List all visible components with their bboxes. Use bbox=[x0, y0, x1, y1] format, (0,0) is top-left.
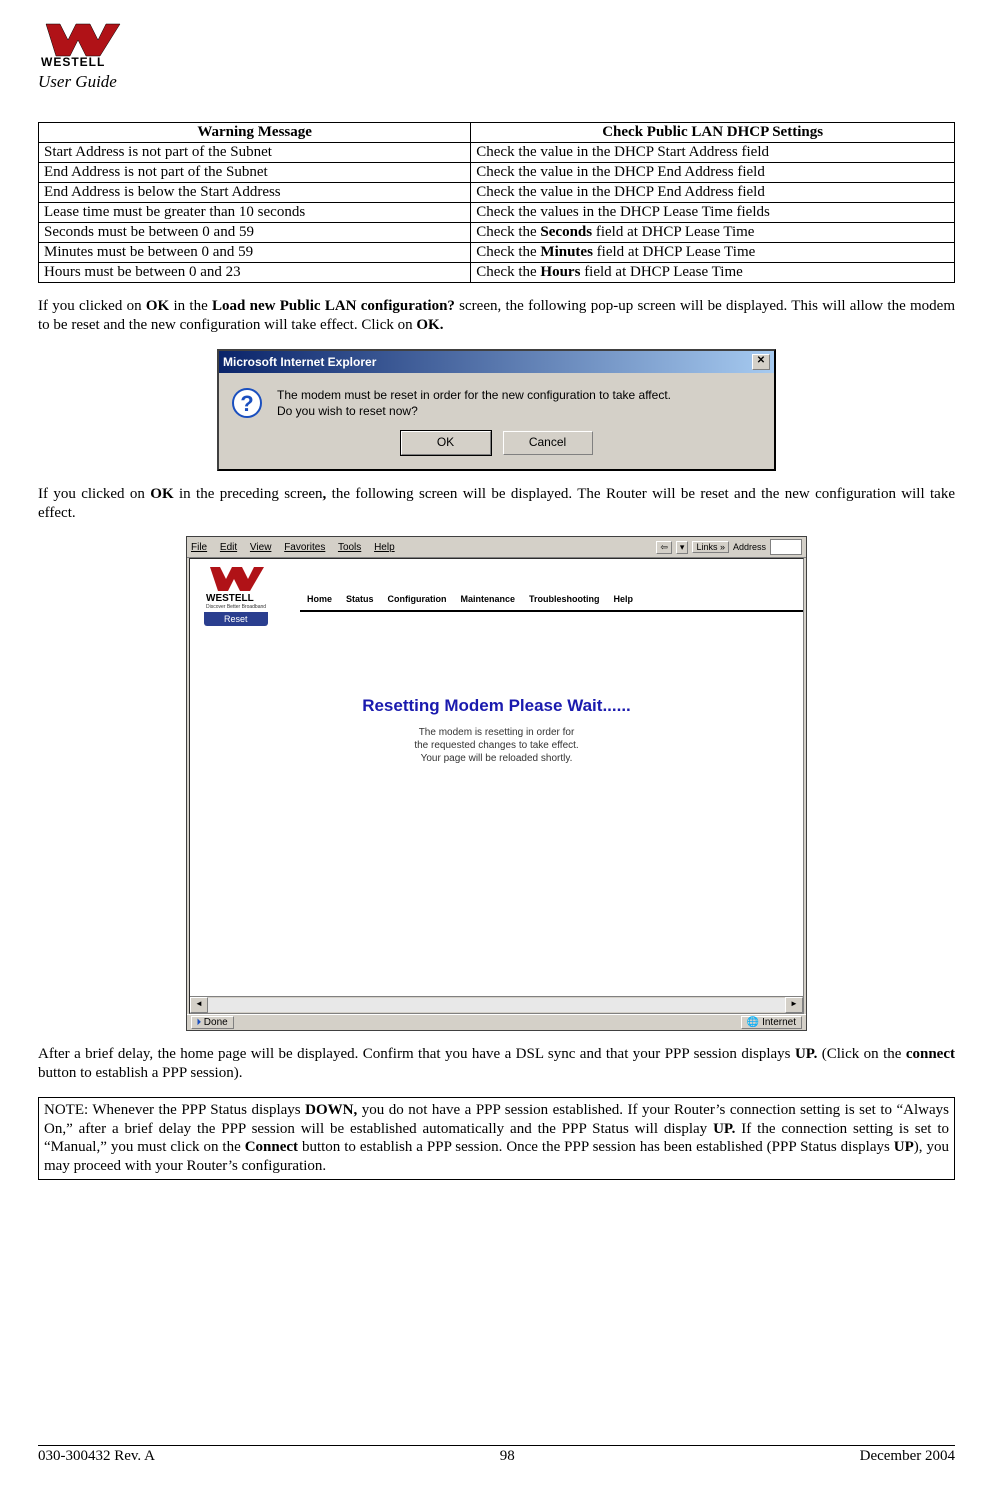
doc-subtitle: User Guide bbox=[38, 72, 955, 92]
paragraph-3: After a brief delay, the home page will … bbox=[38, 1045, 955, 1083]
warn-msg: End Address is not part of the Subnet bbox=[39, 163, 471, 183]
router-logo: WESTELL Discover Better Broadband bbox=[204, 565, 294, 612]
warn-check: Check the Hours field at DHCP Lease Time bbox=[471, 263, 955, 283]
status-zone: 🌐 Internet bbox=[741, 1016, 802, 1029]
question-icon: ? bbox=[231, 387, 263, 419]
table-header-check: Check Public LAN DHCP Settings bbox=[471, 123, 955, 143]
tab-maintenance[interactable]: Maintenance bbox=[454, 590, 523, 608]
warn-check: Check the Seconds field at DHCP Lease Ti… bbox=[471, 223, 955, 243]
menu-tools[interactable]: Tools bbox=[338, 542, 361, 553]
horizontal-scrollbar[interactable]: ◄ ► bbox=[190, 996, 803, 1013]
footer-rev: 030-300432 Rev. A bbox=[38, 1448, 155, 1465]
note-box: NOTE: Whenever the PPP Status displays D… bbox=[38, 1097, 955, 1180]
table-row: End Address is not part of the Subnet Ch… bbox=[39, 163, 955, 183]
ok-button[interactable]: OK bbox=[401, 431, 491, 455]
links-label[interactable]: Links » bbox=[692, 541, 729, 553]
reset-text: The modem is resetting in order for the … bbox=[414, 726, 578, 765]
warn-check: Check the value in the DHCP Start Addres… bbox=[471, 143, 955, 163]
warn-check: Check the values in the DHCP Lease Time … bbox=[471, 203, 955, 223]
svg-text:WESTELL: WESTELL bbox=[41, 55, 105, 68]
tab-configuration[interactable]: Configuration bbox=[381, 590, 454, 608]
warn-msg: Minutes must be between 0 and 59 bbox=[39, 243, 471, 263]
menu-file[interactable]: File bbox=[191, 542, 207, 553]
warning-table: Warning Message Check Public LAN DHCP Se… bbox=[38, 122, 955, 283]
table-row: Minutes must be between 0 and 59 Check t… bbox=[39, 243, 955, 263]
dialog-title-text: Microsoft Internet Explorer bbox=[223, 355, 376, 369]
paragraph-2: If you clicked on OK in the preceding sc… bbox=[38, 485, 955, 523]
toolbar-sep: ▾ bbox=[676, 541, 689, 554]
warn-msg: Hours must be between 0 and 23 bbox=[39, 263, 471, 283]
dialog-titlebar: Microsoft Internet Explorer ✕ bbox=[219, 351, 774, 373]
warn-msg: End Address is below the Start Address bbox=[39, 183, 471, 203]
svg-text:?: ? bbox=[240, 391, 253, 416]
warn-check: Check the Minutes field at DHCP Lease Ti… bbox=[471, 243, 955, 263]
scroll-right-icon[interactable]: ► bbox=[785, 997, 803, 1013]
footer-page: 98 bbox=[500, 1448, 515, 1465]
router-tabs: Home Status Configuration Maintenance Tr… bbox=[300, 565, 803, 612]
warn-msg: Seconds must be between 0 and 59 bbox=[39, 223, 471, 243]
scroll-track[interactable] bbox=[208, 998, 785, 1012]
menu-view[interactable]: View bbox=[250, 542, 272, 553]
ie-dialog: Microsoft Internet Explorer ✕ ? The mode… bbox=[38, 349, 955, 471]
browser-statusbar: 🞂 Done 🌐 Internet bbox=[187, 1014, 806, 1030]
warn-check: Check the value in the DHCP End Address … bbox=[471, 163, 955, 183]
subtab-reset[interactable]: Reset bbox=[204, 612, 268, 626]
scroll-left-icon[interactable]: ◄ bbox=[190, 997, 208, 1013]
tab-troubleshooting[interactable]: Troubleshooting bbox=[522, 590, 607, 608]
warn-check: Check the value in the DHCP End Address … bbox=[471, 183, 955, 203]
address-input[interactable] bbox=[770, 539, 802, 555]
menu-help[interactable]: Help bbox=[374, 542, 395, 553]
menu-edit[interactable]: Edit bbox=[220, 542, 237, 553]
svg-text:Discover Better Broadband: Discover Better Broadband bbox=[206, 604, 266, 609]
table-row: Lease time must be greater than 10 secon… bbox=[39, 203, 955, 223]
status-done: 🞂 Done bbox=[191, 1016, 234, 1029]
table-row: End Address is below the Start Address C… bbox=[39, 183, 955, 203]
address-label: Address bbox=[733, 542, 766, 552]
table-row: Hours must be between 0 and 23 Check the… bbox=[39, 263, 955, 283]
warn-msg: Lease time must be greater than 10 secon… bbox=[39, 203, 471, 223]
browser-menubar: File Edit View Favorites Tools Help ⇦ ▾ … bbox=[187, 537, 806, 558]
close-button[interactable]: ✕ bbox=[752, 354, 770, 370]
table-row: Seconds must be between 0 and 59 Check t… bbox=[39, 223, 955, 243]
browser-screenshot: File Edit View Favorites Tools Help ⇦ ▾ … bbox=[38, 536, 955, 1031]
svg-text:WESTELL: WESTELL bbox=[206, 593, 254, 604]
back-button[interactable]: ⇦ bbox=[656, 541, 672, 554]
page-footer: 030-300432 Rev. A 98 December 2004 bbox=[38, 1445, 955, 1465]
warn-msg: Start Address is not part of the Subnet bbox=[39, 143, 471, 163]
internet-icon: 🌐 bbox=[747, 1017, 759, 1028]
paragraph-1: If you clicked on OK in the Load new Pub… bbox=[38, 297, 955, 335]
tab-home[interactable]: Home bbox=[300, 590, 339, 608]
menu-favorites[interactable]: Favorites bbox=[284, 542, 325, 553]
cancel-button[interactable]: Cancel bbox=[503, 431, 593, 455]
page-header: WESTELL User Guide bbox=[38, 22, 955, 92]
tab-help[interactable]: Help bbox=[607, 590, 641, 608]
footer-date: December 2004 bbox=[860, 1448, 955, 1465]
dialog-message: The modem must be reset in order for the… bbox=[277, 387, 671, 419]
reset-heading: Resetting Modem Please Wait...... bbox=[362, 696, 631, 716]
table-row: Start Address is not part of the Subnet … bbox=[39, 143, 955, 163]
table-header-warning: Warning Message bbox=[39, 123, 471, 143]
tab-status[interactable]: Status bbox=[339, 590, 381, 608]
westell-logo-icon: WESTELL bbox=[38, 22, 138, 68]
